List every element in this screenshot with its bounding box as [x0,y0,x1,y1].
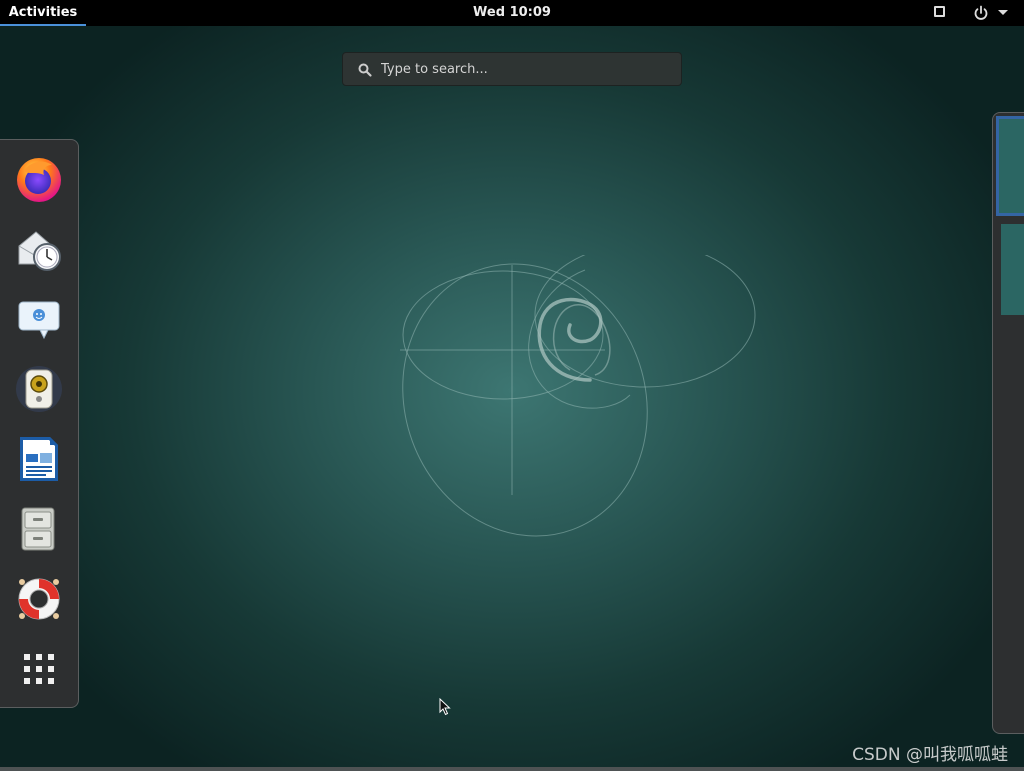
power-icon[interactable] [973,5,989,21]
dash [0,139,79,708]
workspace-thumbnail-active[interactable] [996,116,1024,216]
search-box[interactable] [342,52,682,86]
screen-icon[interactable] [934,6,945,17]
evolution-mail-calendar-icon[interactable] [14,224,64,274]
rhythmbox-music-icon[interactable] [14,364,64,414]
show-applications-grid-icon[interactable] [14,644,64,694]
search-input[interactable] [381,53,671,85]
libreoffice-writer-icon[interactable] [14,434,64,484]
workspace-thumbnail[interactable] [1001,224,1024,315]
watermark-text: CSDN @叫我呱呱蛙 [852,745,1008,765]
files-cabinet-icon[interactable] [14,504,64,554]
firefox-icon[interactable] [14,153,64,203]
help-lifebuoy-icon[interactable] [14,574,64,624]
debian-swirl-logo [400,255,756,537]
mouse-cursor-icon [439,698,451,716]
top-bar: Activities Wed 10:09 [0,0,1024,26]
empathy-chat-icon[interactable] [14,294,64,344]
chevron-down-icon[interactable] [998,10,1008,15]
bottom-edge [0,767,1024,771]
clock[interactable]: Wed 10:09 [0,0,1024,26]
search-icon [358,63,372,77]
